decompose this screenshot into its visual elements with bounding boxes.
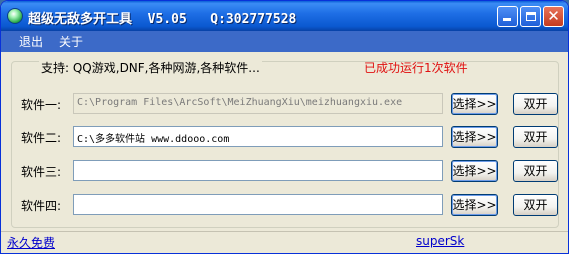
maximize-button[interactable]	[520, 6, 541, 27]
author-link[interactable]: superSk	[416, 234, 464, 248]
software-2-select-button[interactable]: 选择>>	[451, 126, 498, 148]
software-2-dual-button[interactable]: 双开	[513, 126, 558, 148]
free-forever-link[interactable]: 永久免费	[7, 234, 55, 251]
software-4-dual-button[interactable]: 双开	[513, 194, 558, 216]
minimize-icon	[503, 18, 511, 21]
software-3-select-button[interactable]: 选择>>	[451, 160, 498, 182]
menu-bar: 退出 关于	[1, 31, 568, 52]
maximize-icon	[526, 12, 536, 21]
support-info: 支持: QQ游戏,DNF,各种网游,各种软件...	[39, 59, 262, 76]
menu-item-about[interactable]: 关于	[53, 31, 89, 52]
main-window: 超级无敌多开工具 V5.05 Q:302777528 ✕ 退出 关于 支持: Q…	[0, 0, 569, 254]
minimize-button[interactable]	[497, 6, 518, 27]
menu-item-exit[interactable]: 退出	[13, 31, 49, 52]
window-title: 超级无敌多开工具 V5.05 Q:302777528	[28, 12, 297, 27]
app-icon	[7, 8, 23, 24]
title-bar[interactable]: 超级无敌多开工具 V5.05 Q:302777528 ✕	[1, 1, 568, 31]
software-3-dual-button[interactable]: 双开	[513, 160, 558, 182]
software-2-label: 软件二:	[21, 131, 62, 145]
software-1-select-button[interactable]: 选择>>	[451, 93, 498, 115]
software-4-label: 软件四:	[21, 199, 62, 213]
footer-divider	[1, 231, 568, 232]
software-1-label: 软件一:	[21, 98, 62, 112]
software-3-path[interactable]	[73, 160, 443, 181]
software-4-path[interactable]	[73, 194, 443, 215]
software-2-path[interactable]: C:\多多软件站 www.ddooo.com	[73, 126, 443, 147]
window-controls: ✕	[497, 6, 564, 27]
software-4-select-button[interactable]: 选择>>	[451, 194, 498, 216]
run-status: 已成功运行1次软件	[364, 61, 468, 75]
software-3-label: 软件三:	[21, 165, 62, 179]
software-1-path: C:\Program Files\ArcSoft\MeiZhuangXiu\me…	[73, 93, 443, 114]
software-1-dual-button[interactable]: 双开	[513, 93, 558, 115]
close-icon: ✕	[547, 7, 560, 25]
close-button[interactable]: ✕	[543, 6, 564, 27]
